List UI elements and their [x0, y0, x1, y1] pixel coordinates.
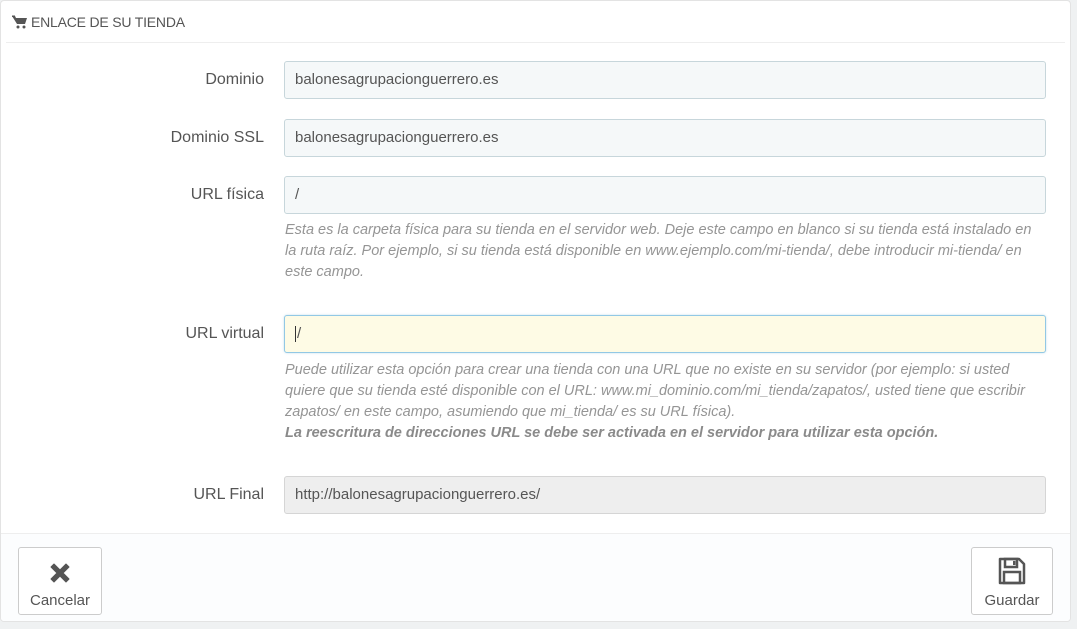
text-caret: [295, 326, 296, 343]
panel-title: ENLACE DE SU TIENDA: [31, 13, 185, 30]
virtual-uri-help-text: Puede utilizar esta opción para crear un…: [285, 362, 1025, 420]
close-icon: [50, 563, 70, 583]
floppy-disk-icon: [998, 557, 1026, 585]
physical-uri-help: Esta es la carpeta física para su tienda…: [285, 222, 1032, 280]
final-url-label: URL Final: [193, 486, 264, 503]
virtual-uri-help-warning: La reescritura de direcciones URL se deb…: [285, 425, 939, 441]
panel-heading: ENLACE DE SU TIENDA: [6, 1, 1065, 43]
domain-input[interactable]: balonesagrupacionguerrero.es: [284, 61, 1046, 99]
virtual-uri-label: URL virtual: [185, 325, 264, 342]
domain-label: Dominio: [205, 71, 264, 88]
save-label: Guardar: [984, 592, 1040, 609]
cancel-label: Cancelar: [29, 592, 91, 609]
cart-icon: [12, 15, 28, 29]
physical-uri-input[interactable]: /: [284, 176, 1046, 214]
shop-url-panel: ENLACE DE SU TIENDA Dominio balonesagrup…: [0, 0, 1071, 622]
cancel-button[interactable]: Cancelar: [18, 547, 102, 615]
virtual-uri-value: /: [297, 325, 302, 342]
final-url-input: http://balonesagrupacionguerrero.es/: [284, 476, 1046, 514]
domain-ssl-input[interactable]: balonesagrupacionguerrero.es: [284, 119, 1046, 157]
physical-uri-label: URL física: [190, 186, 264, 203]
virtual-uri-help: Puede utilizar esta opción para crear un…: [285, 360, 1045, 444]
save-button[interactable]: Guardar: [971, 547, 1053, 615]
domain-ssl-label: Dominio SSL: [170, 129, 264, 146]
virtual-uri-input[interactable]: /: [284, 315, 1046, 353]
panel-footer: Cancelar Guardar: [1, 533, 1070, 621]
